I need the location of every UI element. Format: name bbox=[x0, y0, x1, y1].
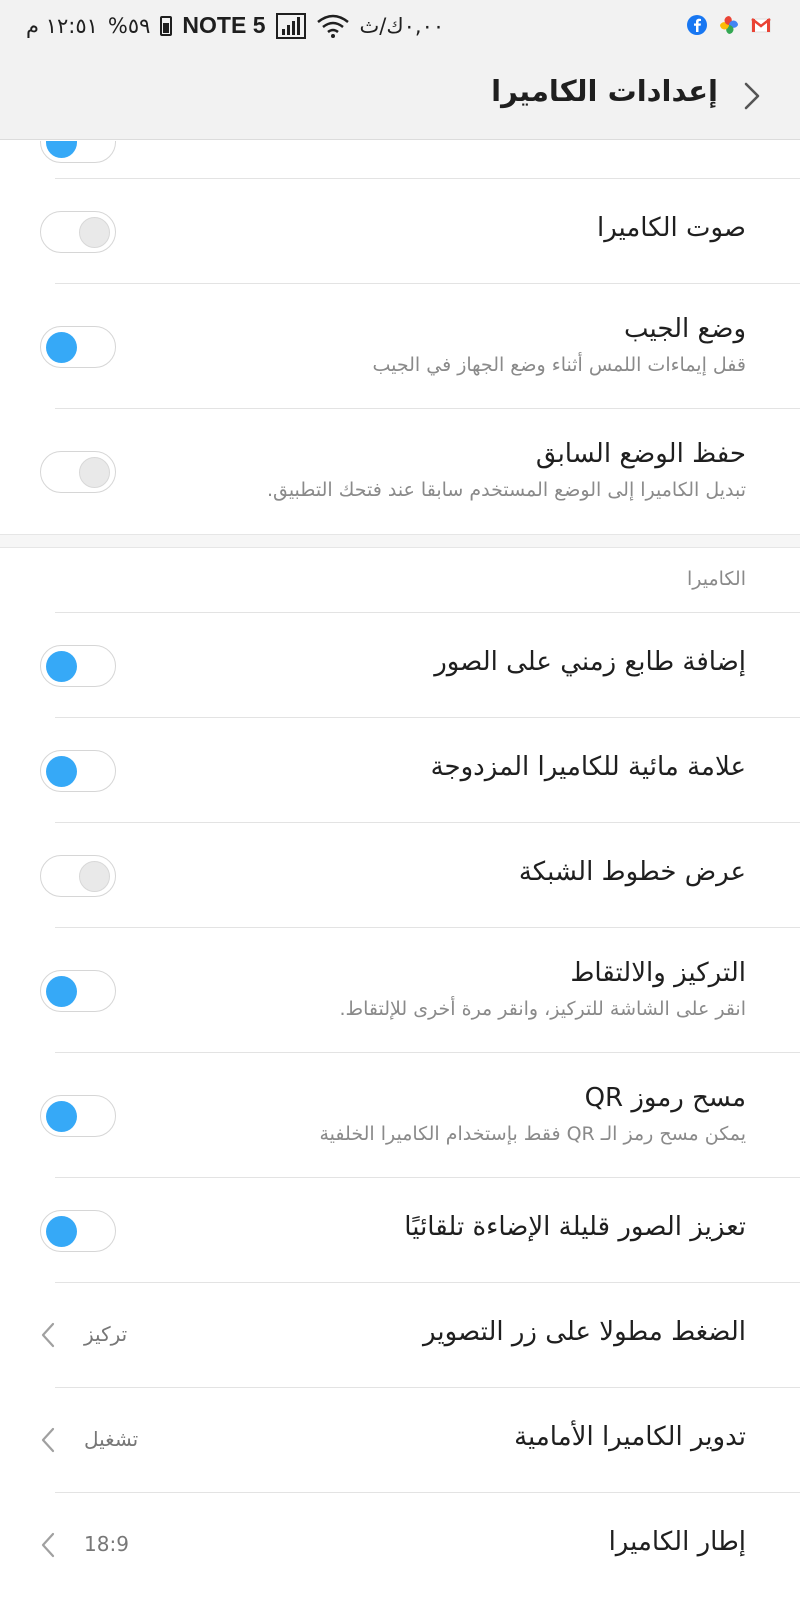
save-previous-mode-toggle[interactable] bbox=[40, 451, 116, 493]
watermark-toggle[interactable] bbox=[40, 750, 116, 792]
setting-row-grid-lines[interactable]: عرض خطوط الشبكة bbox=[0, 823, 800, 928]
chevron-left-icon bbox=[41, 1427, 55, 1453]
back-chevron-icon[interactable] bbox=[734, 78, 770, 114]
setting-row-long-press-shutter[interactable]: الضغط مطولا على زر التصوير تركيز bbox=[0, 1283, 800, 1388]
status-notifications bbox=[686, 14, 772, 36]
setting-row-qr-scan[interactable]: مسح رموز QR يمكن مسح رمز الـ QR فقط بإست… bbox=[0, 1053, 800, 1178]
qr-scan-toggle[interactable] bbox=[40, 1095, 116, 1137]
chevron-left-icon bbox=[41, 1532, 55, 1558]
setting-title: الضغط مطولا على زر التصوير bbox=[423, 1317, 746, 1347]
chevron-left-icon bbox=[41, 1322, 55, 1348]
status-time: ١٢:٥١ م bbox=[26, 13, 98, 38]
toggle-switch[interactable] bbox=[40, 141, 116, 163]
setting-row-low-light[interactable]: تعزيز الصور قليلة الإضاءة تلقائيًا bbox=[0, 1178, 800, 1283]
carrier-name: NOTE 5 bbox=[182, 12, 266, 38]
setting-title: إضافة طابع زمني على الصور bbox=[434, 647, 746, 677]
setting-title: إطار الكاميرا bbox=[608, 1527, 746, 1557]
setting-subtitle: قفل إيماءات اللمس أثناء وضع الجهاز في ال… bbox=[372, 354, 746, 376]
toggle-knob bbox=[79, 217, 110, 248]
setting-row-save-previous-mode[interactable]: حفظ الوضع السابق تبديل الكاميرا إلى الوض… bbox=[0, 409, 800, 534]
toggle-knob bbox=[46, 1101, 77, 1132]
gmail-icon bbox=[751, 18, 771, 33]
photos-icon bbox=[720, 16, 738, 34]
setting-title: التركيز والالتقاط bbox=[570, 958, 746, 988]
setting-row-focus-capture[interactable]: التركيز والالتقاط انقر على الشاشة للتركي… bbox=[0, 928, 800, 1053]
pocket-mode-toggle[interactable] bbox=[40, 326, 116, 368]
setting-title: صوت الكاميرا bbox=[596, 213, 746, 243]
toggle-knob bbox=[79, 457, 110, 488]
status-left: ١٢:٥١ م %٥٩ NOTE 5 ٠,٠٠ك/ث bbox=[26, 12, 444, 39]
setting-row-camera-sound[interactable]: صوت الكاميرا bbox=[0, 179, 800, 284]
facebook-icon bbox=[687, 15, 707, 35]
focus-capture-toggle[interactable] bbox=[40, 970, 116, 1012]
battery-icon bbox=[160, 15, 173, 36]
setting-title: تدوير الكاميرا الأمامية bbox=[514, 1422, 746, 1452]
setting-title: وضع الجيب bbox=[623, 314, 746, 344]
setting-row-front-camera-rotation[interactable]: تدوير الكاميرا الأمامية تشغيل bbox=[0, 1388, 800, 1493]
setting-row-hidden[interactable] bbox=[0, 141, 800, 179]
timestamp-toggle[interactable] bbox=[40, 645, 116, 687]
setting-title: عرض خطوط الشبكة bbox=[518, 857, 746, 887]
grid-lines-toggle[interactable] bbox=[40, 855, 116, 897]
setting-value: تركيز bbox=[84, 1322, 128, 1346]
setting-row-pocket-mode[interactable]: وضع الجيب قفل إيماءات اللمس أثناء وضع ال… bbox=[0, 284, 800, 409]
low-light-toggle[interactable] bbox=[40, 1210, 116, 1252]
setting-subtitle: تبديل الكاميرا إلى الوضع المستخدم سابقا … bbox=[266, 479, 746, 501]
status-bar: ١٢:٥١ م %٥٩ NOTE 5 ٠,٠٠ك/ث bbox=[0, 0, 800, 52]
toggle-knob bbox=[46, 651, 77, 682]
setting-title: مسح رموز QR bbox=[584, 1083, 746, 1113]
battery-percent: %٥٩ bbox=[107, 13, 151, 38]
toggle-knob bbox=[46, 332, 77, 363]
page-title: إعدادات الكاميرا bbox=[491, 74, 718, 108]
toggle-knob bbox=[79, 861, 110, 892]
setting-value: 18:9 bbox=[84, 1532, 129, 1556]
camera-sound-toggle[interactable] bbox=[40, 211, 116, 253]
toggle-knob bbox=[46, 976, 77, 1007]
setting-title: علامة مائية للكاميرا المزدوجة bbox=[430, 752, 746, 782]
toggle-knob bbox=[46, 756, 77, 787]
section-separator bbox=[0, 534, 800, 548]
app-header: إعدادات الكاميرا bbox=[0, 52, 800, 140]
setting-row-camera-frame[interactable]: إطار الكاميرا 18:9 bbox=[0, 1493, 800, 1600]
setting-row-watermark[interactable]: علامة مائية للكاميرا المزدوجة bbox=[0, 718, 800, 823]
setting-subtitle: انقر على الشاشة للتركيز، وانقر مرة أخرى … bbox=[339, 998, 747, 1020]
network-speed: ٠,٠٠ك/ث bbox=[359, 13, 445, 38]
signal-icon bbox=[275, 12, 306, 39]
toggle-knob bbox=[46, 141, 77, 158]
section-header-camera: الكاميرا bbox=[686, 568, 746, 590]
setting-title: تعزيز الصور قليلة الإضاءة تلقائيًا bbox=[404, 1212, 746, 1242]
toggle-knob bbox=[46, 1216, 77, 1247]
wifi-icon bbox=[316, 14, 349, 38]
setting-subtitle: يمكن مسح رمز الـ QR فقط بإستخدام الكامير… bbox=[319, 1123, 747, 1145]
settings-list[interactable]: صوت الكاميرا وضع الجيب قفل إيماءات اللمس… bbox=[0, 141, 800, 1600]
setting-row-timestamp[interactable]: إضافة طابع زمني على الصور bbox=[0, 613, 800, 718]
setting-value: تشغيل bbox=[84, 1427, 139, 1451]
section-header-row: الكاميرا bbox=[0, 548, 800, 613]
setting-title: حفظ الوضع السابق bbox=[535, 439, 746, 469]
